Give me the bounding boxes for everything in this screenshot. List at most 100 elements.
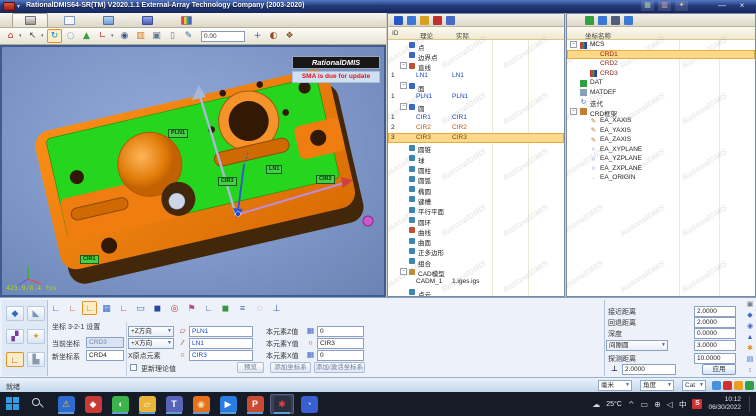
feature-category[interactable]: 球 (388, 153, 564, 163)
new-coord-field[interactable]: CRD4 (86, 350, 124, 361)
probe-field-value[interactable]: 0.0000 (694, 328, 736, 339)
visibility-icon[interactable]: ◉ (117, 29, 132, 43)
preview-button[interactable]: 预览 (237, 362, 264, 373)
probe-icon[interactable] (394, 16, 403, 25)
element-field[interactable]: LN1 (189, 338, 253, 349)
strip-tool-icon[interactable]: ▲ (746, 333, 755, 342)
coord-row-ea_xyplane[interactable]: ○EA_XYPLANE (567, 145, 755, 155)
coord-row-ea_yaxis[interactable]: ✎EA_YAXIS (567, 126, 755, 136)
feature-row[interactable]: 1PLN1PLN1 (388, 91, 564, 101)
probe-extra-field[interactable]: 2.0000 (622, 364, 676, 375)
title-screens-icon[interactable]: ▥ (658, 1, 671, 11)
select-region-icon[interactable]: ◌ (63, 29, 78, 43)
feature-category[interactable]: 边界点 (388, 50, 564, 60)
feature-category[interactable]: 圆环 (388, 215, 564, 225)
home-icon[interactable]: ⌂ (3, 29, 18, 43)
value-field[interactable]: CIR3 (317, 338, 364, 349)
coord-row-ea_xaxis[interactable]: ✎EA_XAXIS (567, 116, 755, 126)
taskbar-app-wechat[interactable]: ◖ (108, 394, 132, 414)
color-scale-icon[interactable]: ▥ (133, 29, 148, 43)
expander-icon[interactable]: - (400, 268, 407, 275)
tray-app-badge[interactable]: S (692, 399, 702, 409)
tab-table[interactable] (90, 13, 126, 27)
cursor-icon-caret[interactable]: ▾ (41, 33, 46, 39)
cs-machine-icon[interactable]: ▦ (99, 301, 114, 315)
coord-frame-icon[interactable] (624, 16, 633, 25)
taskbar-app-security[interactable]: ◆ (81, 394, 105, 414)
tolerance-field[interactable]: 0.00 (201, 31, 245, 42)
direction-select[interactable]: +X方向▼ (128, 338, 174, 349)
show-desktop-button[interactable] (749, 396, 752, 412)
export-model-icon[interactable]: ▲ (79, 29, 94, 43)
axis-triad-icon-caret[interactable]: ▾ (111, 33, 116, 39)
cs-cube-icon[interactable]: ◼ (150, 301, 165, 315)
title-capture-icon[interactable]: ▦ (641, 1, 654, 11)
app-menu-caret-icon[interactable]: ▾ (17, 3, 20, 10)
home-icon-caret[interactable]: ▾ (19, 33, 24, 39)
feature-category[interactable]: 曲面 (388, 236, 564, 246)
status-link-icon[interactable] (745, 381, 754, 390)
filter-icon[interactable] (420, 16, 429, 25)
cs-axis-point-icon[interactable]: ∟ (82, 301, 97, 315)
feature-category[interactable]: -直线 (388, 61, 564, 71)
color-tool-icon[interactable]: ✦ (27, 329, 45, 344)
rotate-view-icon[interactable]: ↻ (47, 29, 62, 43)
ramp-icon[interactable]: ◣ (27, 306, 45, 321)
feature-category[interactable]: 圆弧 (388, 174, 564, 184)
coord-row-crd2[interactable]: CRD2 (567, 59, 755, 69)
coord-row-ea_origin[interactable]: ·EA_ORIGIN (567, 173, 755, 183)
taskbar-app-firefox[interactable]: ◉ (189, 394, 213, 414)
taskbar-app-thunder[interactable]: ▶ (216, 394, 240, 414)
feature-category[interactable]: 点 (388, 40, 564, 50)
coord-row-crd3[interactable]: CRD3 (567, 69, 755, 79)
probe-field-value[interactable]: 10.0000 (694, 353, 736, 364)
feature-category[interactable]: 平行平面 (388, 205, 564, 215)
expander-icon[interactable]: - (400, 62, 407, 69)
feature-category[interactable]: 组合 (388, 256, 564, 266)
expander-icon[interactable]: - (400, 103, 407, 110)
taskbar-app-explorer[interactable]: ▱ (135, 394, 159, 414)
feature-category[interactable]: 椭圆 (388, 184, 564, 194)
taskbar-app-teams[interactable]: T (162, 394, 186, 414)
strip-search-icon[interactable]: ◉ (746, 322, 755, 331)
feature-category[interactable]: 曲线 (388, 225, 564, 235)
shield-icon[interactable] (407, 16, 416, 25)
strip-copy-icon[interactable]: ▣ (746, 300, 755, 309)
element-field[interactable]: PLN1 (189, 326, 253, 337)
tray-expand-icon[interactable]: ^ (628, 400, 635, 409)
cs-green-cube-icon[interactable]: ◼ (218, 301, 233, 315)
minimize-button[interactable]: — (714, 1, 730, 11)
network-icon[interactable]: ⊕ (654, 400, 661, 409)
add-activate-coord-button[interactable]: 添加/激活坐标系 (314, 362, 365, 373)
update-theory-checkbox[interactable] (130, 364, 137, 371)
direction-select[interactable]: +Z方向▼ (128, 326, 174, 337)
strip-probe-icon[interactable]: ◆ (746, 311, 755, 320)
probe-field-value[interactable]: 2.0000 (694, 306, 736, 317)
feature-category[interactable]: 正多边形 (388, 246, 564, 256)
cs-plane-axis-icon[interactable]: ∟ (65, 301, 80, 315)
viewport-3d[interactable]: RationalDMIS SMA is due for update PLN1 … (0, 45, 386, 297)
coord-axis-icon[interactable] (585, 16, 594, 25)
strip-gear-icon[interactable]: ✱ (746, 344, 755, 353)
feature-row[interactable]: 1CIR1CIR1 (388, 112, 564, 122)
expander-icon[interactable]: - (400, 82, 407, 89)
value-field[interactable]: 0 (317, 350, 364, 361)
probe-tool-icon[interactable]: ▞ (6, 329, 24, 344)
snapshot-icon[interactable]: ▣ (149, 29, 164, 43)
ime-indicator[interactable]: 中 (679, 399, 687, 410)
axis-triad-icon[interactable]: ∟ (95, 29, 110, 43)
taskbar-app-powerpoint[interactable]: P (243, 394, 267, 414)
coord-row-crd1[interactable]: CRD1 (567, 50, 755, 60)
cs-offset-icon[interactable]: ∟ (116, 301, 131, 315)
coord-row-ea_zaxis[interactable]: ✎EA_ZAXIS (567, 135, 755, 145)
angle-select[interactable]: 角度▼ (640, 380, 674, 391)
feature-label-cir2[interactable]: CIR2 (316, 175, 335, 184)
machine-icon[interactable]: ▙ (27, 352, 45, 367)
feature-category[interactable]: 圆柱 (388, 164, 564, 174)
coord-grid-icon[interactable] (598, 16, 607, 25)
feature-row[interactable]: 3CIR3CIR3 (388, 133, 564, 143)
cs-base-icon[interactable]: ⊥ (269, 301, 284, 315)
feature-category[interactable]: -面 (388, 81, 564, 91)
probe-field-value[interactable]: 2.0000 (694, 317, 736, 328)
units-select[interactable]: 毫米▼ (598, 380, 632, 391)
